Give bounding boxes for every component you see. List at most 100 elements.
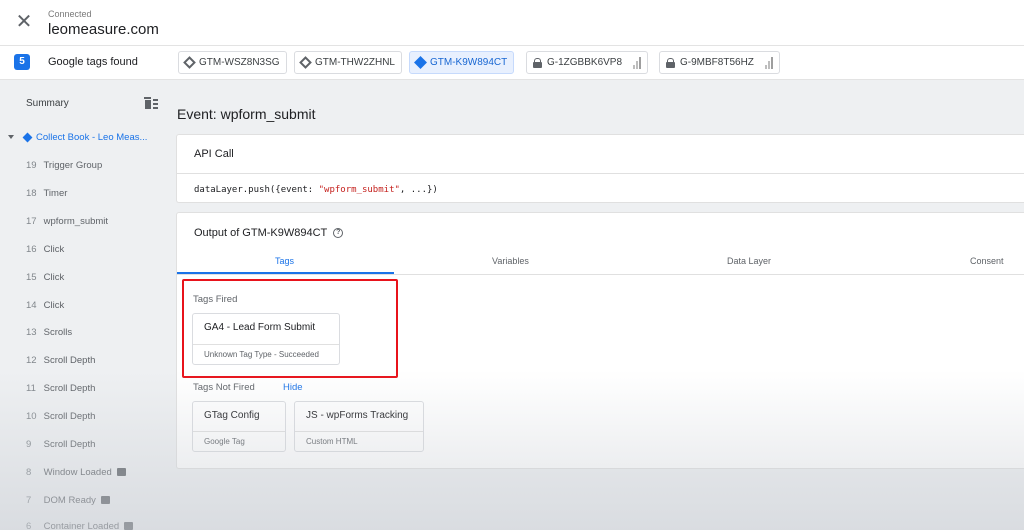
highlight-annotation-box xyxy=(182,279,398,378)
event-item-16[interactable]: 16 Click xyxy=(26,244,64,255)
tag-card-js-wpforms-tracking[interactable]: JS - wpForms Tracking Custom HTML xyxy=(294,401,424,452)
tag-chip-g-1zgbbk6vp8[interactable]: G-1ZGBBK6VP8 xyxy=(526,51,649,74)
event-label: Scroll Depth xyxy=(43,383,96,394)
api-call-card: API Call dataLayer.push({event: "wpform_… xyxy=(176,134,1024,203)
api-call-code: dataLayer.push({event: "wpform_submit", … xyxy=(177,174,1024,195)
clear-messages-icon[interactable] xyxy=(144,97,158,110)
gtm-icon xyxy=(183,56,196,69)
event-label: Scrolls xyxy=(43,327,73,338)
event-number: 6 xyxy=(26,521,32,530)
event-item-8[interactable]: 8 Window Loaded xyxy=(26,467,126,478)
event-label: Timer xyxy=(43,188,68,199)
event-number: 17 xyxy=(26,216,37,227)
event-number: 8 xyxy=(26,467,32,478)
event-label: wpform_submit xyxy=(43,216,109,227)
code-event-string: "wpform_submit" xyxy=(318,185,400,195)
event-label: Click xyxy=(43,272,65,283)
active-tab-indicator xyxy=(177,272,394,274)
lock-icon xyxy=(533,57,542,68)
event-number: 19 xyxy=(26,160,37,171)
tag-chip-gtm-thw2zhnl[interactable]: GTM-THW2ZHNL xyxy=(294,51,402,74)
event-item-18[interactable]: 18 Timer xyxy=(26,188,67,199)
tag-name: GTag Config xyxy=(204,410,260,421)
tag-type: Custom HTML xyxy=(295,431,423,451)
event-item-12[interactable]: 12 Scroll Depth xyxy=(26,355,95,366)
event-label: Container Loaded xyxy=(43,521,120,530)
event-number: 13 xyxy=(26,327,37,338)
api-call-icon xyxy=(100,496,110,505)
event-label: Click xyxy=(43,300,65,311)
collect-book-label: Collect Book - Leo Meas... xyxy=(36,132,148,143)
tab-consent[interactable]: Consent xyxy=(970,256,1004,266)
tags-found-label: Google tags found xyxy=(48,56,138,68)
api-call-heading: API Call xyxy=(177,135,1024,174)
event-item-11[interactable]: 11 Scroll Depth xyxy=(26,383,95,394)
close-icon[interactable]: ✕ xyxy=(14,12,34,32)
tag-chip-label: GTM-K9W894CT xyxy=(430,57,508,68)
tag-chip-label: GTM-THW2ZHNL xyxy=(315,57,395,68)
event-label: Trigger Group xyxy=(43,160,103,171)
summary-item[interactable]: Summary xyxy=(26,98,69,109)
event-number: 10 xyxy=(26,411,37,422)
tag-chip-gtm-k9w894ct[interactable]: GTM-K9W894CT xyxy=(409,51,515,74)
tab-variables[interactable]: Variables xyxy=(492,256,529,266)
event-item-7[interactable]: 7 DOM Ready xyxy=(26,495,110,506)
event-item-10[interactable]: 10 Scroll Depth xyxy=(26,411,95,422)
tag-chip-gtm-wsz8n3sg[interactable]: GTM-WSZ8N3SG xyxy=(178,51,287,74)
event-number: 15 xyxy=(26,272,37,283)
tab-data-layer[interactable]: Data Layer xyxy=(727,256,771,266)
event-item-15[interactable]: 15 Click xyxy=(26,272,64,283)
tag-chip-label: G-9MBF8T56HZ xyxy=(680,57,754,68)
event-item-9[interactable]: 9 Scroll Depth xyxy=(26,439,95,450)
code-prefix: dataLayer.push({event: xyxy=(194,185,319,195)
event-number: 14 xyxy=(26,300,37,311)
event-number: 9 xyxy=(26,439,32,450)
tag-name: JS - wpForms Tracking xyxy=(306,410,409,421)
gtm-icon xyxy=(299,56,312,69)
tab-tags[interactable]: Tags xyxy=(275,256,294,266)
tag-chip-label: G-1ZGBBK6VP8 xyxy=(547,57,623,68)
collect-book-item[interactable]: Collect Book - Leo Meas... xyxy=(8,132,168,143)
event-number: 11 xyxy=(26,383,36,394)
lock-icon xyxy=(666,57,675,68)
event-label: Scroll Depth xyxy=(43,355,96,366)
tag-count-badge: 5 xyxy=(14,54,30,70)
page-title: Event: wpform_submit xyxy=(177,106,316,122)
caret-down-icon[interactable] xyxy=(8,135,14,140)
event-number: 16 xyxy=(26,244,37,255)
top-bar: ✕ Connected leomeasure.com xyxy=(0,0,1024,46)
code-suffix: , ...}) xyxy=(399,185,438,195)
gtm-diamond-icon xyxy=(22,132,33,143)
output-heading: Output of GTM-K9W894CT ? xyxy=(194,227,344,239)
output-heading-label: Output of GTM-K9W894CT xyxy=(194,227,328,239)
event-label: Click xyxy=(43,244,65,255)
event-item-19[interactable]: 19 Trigger Group xyxy=(26,160,102,171)
tag-chip-g-9mbf8t56hz[interactable]: G-9MBF8T56HZ xyxy=(659,51,780,74)
tag-chip-label: GTM-WSZ8N3SG xyxy=(199,57,280,68)
connection-status: Connected xyxy=(48,9,92,19)
event-item-14[interactable]: 14 Click xyxy=(26,300,64,311)
help-icon[interactable]: ? xyxy=(333,228,344,238)
api-call-icon xyxy=(116,468,126,477)
analytics-icon xyxy=(764,56,773,69)
event-label: Scroll Depth xyxy=(43,439,96,450)
event-item-17[interactable]: 17 wpform_submit xyxy=(26,216,108,227)
gtm-icon xyxy=(414,56,427,69)
event-item-13[interactable]: 13 Scrolls xyxy=(26,327,72,338)
event-label: DOM Ready xyxy=(43,495,96,506)
event-number: 7 xyxy=(26,495,32,506)
api-call-icon xyxy=(124,522,134,530)
tags-not-fired-label: Tags Not Fired xyxy=(193,382,255,393)
hide-not-fired-link[interactable]: Hide xyxy=(283,382,303,393)
tag-card-gtag-config[interactable]: GTag Config Google Tag xyxy=(192,401,286,452)
connected-domain: leomeasure.com xyxy=(48,21,159,38)
event-label: Window Loaded xyxy=(43,467,112,478)
event-number: 18 xyxy=(26,188,37,199)
analytics-icon xyxy=(633,56,642,69)
output-tabs: Tags Variables Data Layer Consent xyxy=(177,250,1024,275)
event-item-6[interactable]: 6 Container Loaded xyxy=(26,521,134,530)
event-sidebar: Summary Collect Book - Leo Meas... 19 Tr… xyxy=(0,81,168,530)
event-number: 12 xyxy=(26,355,37,366)
tag-type: Google Tag xyxy=(193,431,285,451)
google-tags-bar: 5 Google tags found GTM-WSZ8N3SG GTM-THW… xyxy=(0,46,1024,80)
